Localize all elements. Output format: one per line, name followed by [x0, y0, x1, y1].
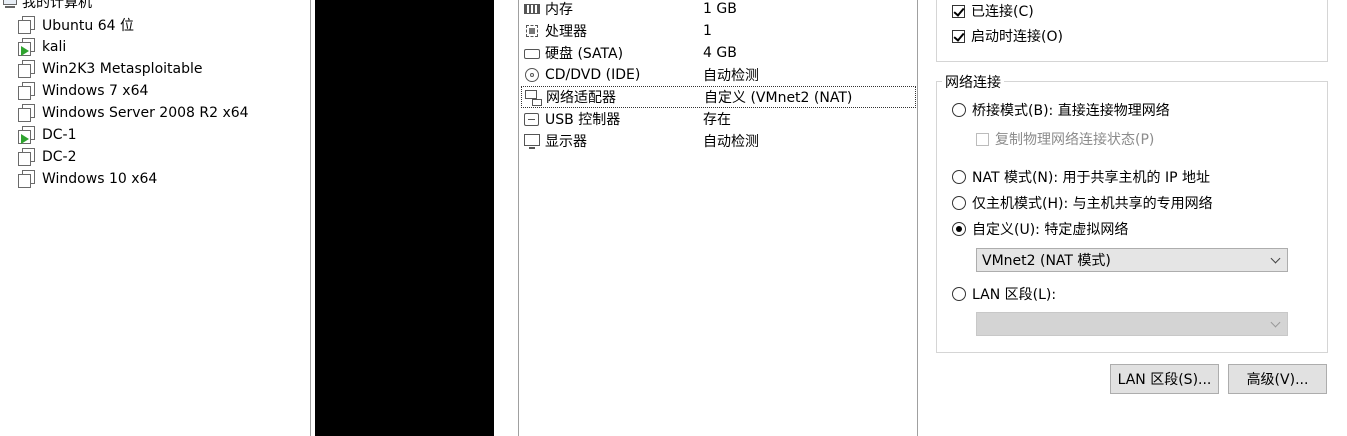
device-name: 显示器: [545, 134, 587, 150]
memory-icon: [523, 1, 541, 17]
connect-at-power-on-label: 启动时连接(O): [971, 29, 1063, 45]
vm-item[interactable]: Windows 7 x64: [18, 80, 148, 102]
device-row[interactable]: 显示器 自动检测: [521, 130, 916, 152]
advanced-button[interactable]: 高级(V)...: [1228, 364, 1327, 394]
device-summary: 4 GB: [703, 45, 737, 61]
connected-checkbox[interactable]: [952, 4, 965, 18]
vm-icon: [18, 104, 36, 122]
library-divider: [310, 0, 311, 436]
console-gap: [494, 0, 518, 436]
device-summary: 1 GB: [703, 1, 737, 17]
chevron-down-icon: [1270, 317, 1281, 328]
device-list: 内存 1 GB 处理器 1 硬盘 (SATA) 4 GB CD/DVD (IDE) 自动检测网…: [518, 0, 918, 436]
host-only-label: 仅主机模式(H): 与主机共享的专用网络: [972, 196, 1213, 212]
vm-name: Ubuntu 64 位: [42, 18, 134, 34]
device-row[interactable]: CD/DVD (IDE) 自动检测: [521, 64, 916, 86]
vm-console-preview[interactable]: [315, 0, 494, 436]
device-summary: 自动检测: [703, 68, 759, 84]
vm-library-panel: 我的计算机 Ubuntu 64 位 kali Win2K3 Metasploitab…: [0, 0, 311, 436]
vm-name: kali: [42, 39, 67, 55]
network-adapter-icon: [524, 89, 542, 106]
vm-item[interactable]: Ubuntu 64 位: [18, 14, 134, 36]
device-summary: 自定义 (VMnet2 (NAT): [704, 90, 853, 106]
device-row[interactable]: 硬盘 (SATA) 4 GB: [521, 42, 916, 64]
device-summary: 存在: [703, 112, 731, 128]
custom-radio-row[interactable]: 自定义(U): 特定虚拟网络: [952, 219, 1128, 239]
host-only-radio-row[interactable]: 仅主机模式(H): 与主机共享的专用网络: [952, 193, 1213, 213]
computer-icon: [2, 0, 18, 9]
device-name: 网络适配器: [546, 90, 616, 106]
vm-name: Win2K3 Metasploitable: [42, 61, 203, 77]
processor-icon: [523, 23, 541, 39]
custom-radio[interactable]: [952, 222, 966, 236]
vm-icon: [18, 60, 36, 78]
vm-name: DC-1: [42, 127, 77, 143]
nat-radio[interactable]: [952, 170, 966, 184]
custom-label: 自定义(U): 特定虚拟网络: [972, 222, 1129, 238]
display-icon: [523, 133, 541, 149]
vm-name: DC-2: [42, 149, 77, 165]
lan-segment-label: LAN 区段(L):: [972, 287, 1057, 303]
vm-name: Windows 7 x64: [42, 83, 149, 99]
custom-network-select[interactable]: VMnet2 (NAT 模式): [976, 248, 1288, 272]
device-name: 硬盘 (SATA): [545, 46, 624, 62]
vm-item[interactable]: kali: [18, 36, 66, 58]
nat-label: NAT 模式(N): 用于共享主机的 IP 地址: [972, 170, 1210, 186]
device-summary: 自动检测: [703, 134, 759, 150]
vm-running-icon: [18, 126, 36, 144]
library-root-label: 我的计算机: [22, 0, 92, 11]
vm-icon: [18, 82, 36, 100]
vm-item[interactable]: Windows Server 2008 R2 x64: [18, 102, 249, 124]
replicate-state-checkbox-row: 复制物理网络连接状态(P): [976, 129, 1154, 149]
lan-segment-radio[interactable]: [952, 287, 966, 301]
device-name: 内存: [545, 2, 573, 18]
replicate-state-label: 复制物理网络连接状态(P): [995, 132, 1155, 148]
device-row[interactable]: USB 控制器 存在: [521, 108, 916, 130]
library-root-item[interactable]: 我的计算机: [2, 0, 92, 12]
device-row[interactable]: 网络适配器 自定义 (VMnet2 (NAT): [521, 86, 916, 108]
device-name: CD/DVD (IDE): [545, 67, 641, 83]
vm-name: Windows 10 x64: [42, 171, 158, 187]
network-adapter-settings: 已连接(C) 启动时连接(O) 网络连接 桥接模式(B): 直接连接物理网络 复…: [918, 0, 1347, 436]
connected-checkbox-row[interactable]: 已连接(C): [952, 1, 1034, 21]
connected-label: 已连接(C): [971, 4, 1034, 20]
usb-controller-icon: [523, 111, 541, 127]
vm-running-icon: [18, 38, 36, 56]
lan-segment-select: [976, 312, 1288, 336]
vm-item[interactable]: Win2K3 Metasploitable: [18, 58, 203, 80]
vm-item[interactable]: Windows 10 x64: [18, 168, 157, 190]
chevron-down-icon: [1270, 253, 1281, 264]
bridged-radio-row[interactable]: 桥接模式(B): 直接连接物理网络: [952, 100, 1170, 120]
replicate-state-checkbox: [976, 132, 989, 146]
device-row[interactable]: 内存 1 GB: [521, 0, 916, 20]
device-summary: 1: [703, 23, 712, 39]
vm-icon: [18, 148, 36, 166]
connect-at-power-on-checkbox[interactable]: [952, 29, 965, 43]
hard-disk-icon: [523, 45, 541, 61]
bridged-label: 桥接模式(B): 直接连接物理网络: [972, 103, 1170, 119]
vm-item[interactable]: DC-2: [18, 146, 77, 168]
device-row[interactable]: 处理器 1: [521, 20, 916, 42]
vm-name: Windows Server 2008 R2 x64: [42, 105, 249, 121]
nat-radio-row[interactable]: NAT 模式(N): 用于共享主机的 IP 地址: [952, 167, 1210, 187]
cd-dvd-icon: [523, 67, 541, 83]
device-name: 处理器: [545, 24, 587, 40]
host-only-radio[interactable]: [952, 196, 966, 210]
vm-icon: [18, 170, 36, 188]
device-name: USB 控制器: [545, 112, 621, 128]
vm-icon: [18, 16, 36, 34]
network-connection-title: 网络连接: [942, 72, 1004, 92]
lan-segment-radio-row[interactable]: LAN 区段(L):: [952, 284, 1056, 304]
lan-segments-button[interactable]: LAN 区段(S)...: [1110, 364, 1219, 394]
custom-network-value: VMnet2 (NAT 模式): [982, 253, 1111, 269]
bridged-radio[interactable]: [952, 103, 966, 117]
vm-item[interactable]: DC-1: [18, 124, 77, 146]
connect-at-power-on-checkbox-row[interactable]: 启动时连接(O): [952, 26, 1063, 46]
